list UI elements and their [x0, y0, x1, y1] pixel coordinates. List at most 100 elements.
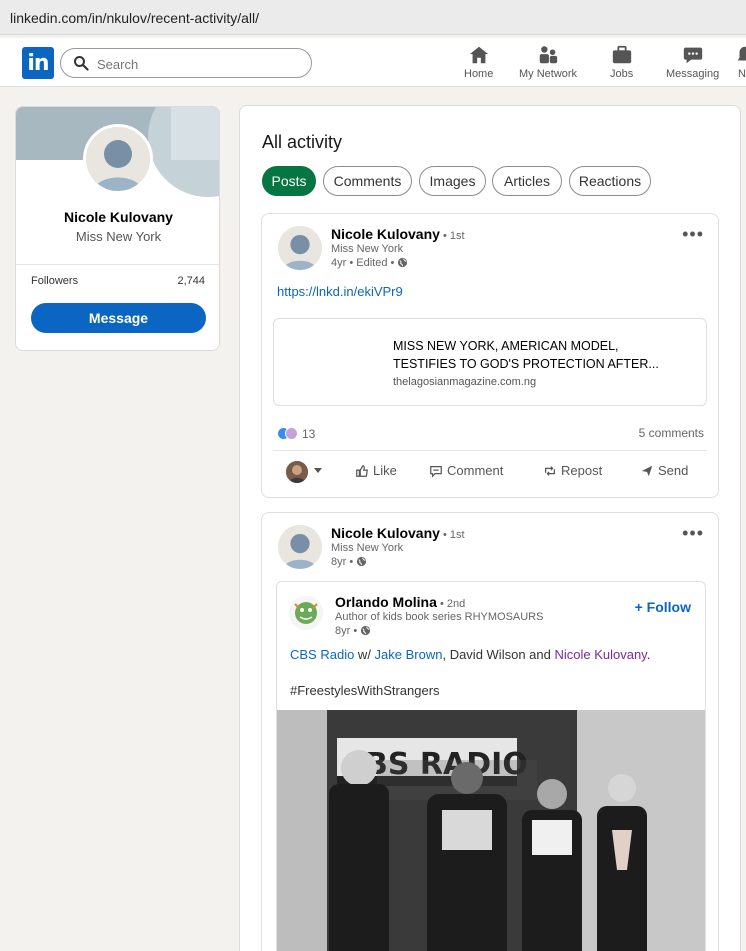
support-reaction-icon	[285, 427, 298, 441]
article-preview[interactable]: MISS NEW YORK, AMERICAN MODEL, TESTIFIES…	[273, 318, 707, 406]
nav-my-network[interactable]: My Network	[519, 44, 577, 80]
comment-button[interactable]: Comment	[429, 463, 503, 478]
divider	[273, 450, 707, 451]
search-input[interactable]	[97, 55, 297, 73]
shared-post: Orlando Molina • 2nd Author of kids book…	[276, 581, 706, 951]
profile-headline: Miss New York	[75, 229, 162, 244]
comments-count[interactable]: 5 comments	[639, 426, 704, 440]
default-avatar-icon	[86, 127, 150, 191]
mention-jake-brown[interactable]: Jake Brown	[375, 647, 443, 662]
author-headline: Miss New York	[331, 243, 404, 255]
post-author[interactable]: Nicole Kulovany • 1st	[331, 525, 465, 541]
nav-notifications-label: No	[737, 68, 746, 80]
mention-cbs-radio[interactable]: CBS Radio	[290, 647, 354, 662]
text-middle: , David Wilson and	[442, 647, 555, 662]
home-icon	[469, 46, 488, 64]
followers-count: 2,744	[177, 275, 205, 287]
globe-icon	[357, 556, 367, 567]
rhymosaurs-logo-icon	[289, 596, 323, 630]
comment-label: Comment	[447, 463, 504, 478]
avatar[interactable]	[83, 124, 153, 194]
default-avatar-icon	[278, 525, 322, 569]
thumbs-up-icon	[356, 465, 368, 477]
filter-articles[interactable]: Articles	[492, 166, 562, 196]
mention-nicole-kulovany[interactable]: Nicole Kulovany	[554, 647, 646, 662]
filter-posts[interactable]: Posts	[262, 166, 316, 196]
shared-post-text: CBS Radio w/ Jake Brown, David Wilson an…	[290, 647, 650, 662]
messaging-icon	[683, 47, 702, 64]
article-source: thelagosianmagazine.com.ng	[393, 376, 537, 388]
followers-label: Followers	[31, 275, 79, 287]
send-icon	[641, 465, 653, 477]
shared-time-text: 8yr •	[335, 625, 361, 637]
url-text[interactable]: linkedin.com/in/nkulov/recent-activity/a…	[10, 10, 259, 26]
nav-jobs-label: Jobs	[610, 68, 634, 80]
divider	[16, 264, 219, 265]
search-box[interactable]	[60, 48, 312, 78]
post-time-text: 4yr • Edited •	[331, 257, 398, 269]
hashtag[interactable]: #FreestylesWithStrangers	[290, 683, 440, 698]
actor-avatar[interactable]	[286, 461, 308, 483]
browser-address-bar[interactable]: linkedin.com/in/nkulov/recent-activity/a…	[0, 0, 746, 35]
author-headline: Miss New York	[331, 542, 404, 554]
repost-icon	[545, 466, 555, 476]
nav-messaging-label: Messaging	[666, 68, 720, 80]
author-avatar[interactable]	[278, 226, 322, 270]
briefcase-icon	[612, 45, 631, 64]
filter-comments[interactable]: Comments	[323, 166, 412, 196]
page-title: All activity	[262, 132, 343, 152]
send-button[interactable]: Send	[640, 463, 688, 478]
post-photo[interactable]: CBS RADIO	[277, 710, 705, 951]
author-name[interactable]: Nicole Kulovany	[331, 226, 440, 242]
reactions-summary[interactable]: 13	[277, 425, 316, 441]
author-name[interactable]: Nicole Kulovany	[331, 525, 440, 541]
connection-degree: • 2nd	[436, 598, 466, 610]
nav-notifications[interactable]: No	[734, 44, 746, 80]
filter-images[interactable]: Images	[419, 166, 486, 196]
message-button[interactable]: Message	[31, 303, 206, 333]
more-options-icon[interactable]: •••	[682, 224, 704, 245]
shared-author-name[interactable]: Orlando Molina	[335, 594, 437, 610]
text-with: w/	[354, 647, 375, 662]
linkedin-logo-icon[interactable]: in	[22, 47, 54, 79]
bell-icon	[737, 46, 746, 61]
post-card: Nicole Kulovany • 1st Miss New York 4yr …	[261, 213, 719, 498]
more-options-icon[interactable]: •••	[682, 523, 704, 544]
actor-avatar-image	[286, 461, 308, 483]
post-link[interactable]: https://lnkd.in/ekiVPr9	[277, 284, 403, 299]
search-icon	[74, 56, 89, 71]
group-photo-image: CBS RADIO	[277, 710, 705, 951]
post-actions: Like Comment Repost Send	[262, 461, 718, 485]
post-card: Nicole Kulovany • 1st Miss New York 8yr …	[261, 512, 719, 951]
article-title: MISS NEW YORK, AMERICAN MODEL, TESTIFIES…	[393, 339, 659, 371]
shared-author[interactable]: Orlando Molina • 2nd	[335, 594, 465, 610]
text-end: .	[646, 647, 651, 662]
reaction-count: 13	[302, 426, 316, 441]
top-navigation: in Home My Network Jobs Messaging No	[0, 38, 746, 87]
default-avatar-icon	[278, 226, 322, 270]
repost-label: Repost	[561, 463, 603, 478]
network-icon	[539, 46, 558, 64]
connection-degree: • 1st	[439, 529, 465, 541]
repost-button[interactable]: Repost	[543, 463, 602, 478]
comment-icon	[430, 466, 442, 478]
follow-button[interactable]: + Follow	[635, 599, 691, 615]
post-timestamp: 8yr •	[331, 556, 367, 568]
like-button[interactable]: Like	[355, 463, 397, 478]
post-author[interactable]: Nicole Kulovany • 1st	[331, 226, 465, 242]
nav-messaging[interactable]: Messaging	[666, 44, 719, 80]
chevron-down-icon[interactable]	[314, 468, 322, 473]
shared-timestamp: 8yr •	[335, 625, 371, 637]
nav-home[interactable]: Home	[464, 44, 493, 80]
author-avatar[interactable]	[278, 525, 322, 569]
nav-jobs[interactable]: Jobs	[610, 44, 633, 80]
profile-card: Nicole Kulovany Miss New York Followers …	[15, 106, 220, 351]
globe-icon	[398, 257, 408, 268]
profile-name[interactable]: Nicole Kulovany	[16, 209, 219, 225]
post-time-text: 8yr •	[331, 556, 357, 568]
shared-author-avatar[interactable]	[289, 596, 323, 630]
connection-degree: • 1st	[439, 230, 465, 242]
send-label: Send	[658, 463, 689, 478]
filter-reactions[interactable]: Reactions	[569, 166, 651, 196]
nav-my-network-label: My Network	[519, 68, 578, 80]
